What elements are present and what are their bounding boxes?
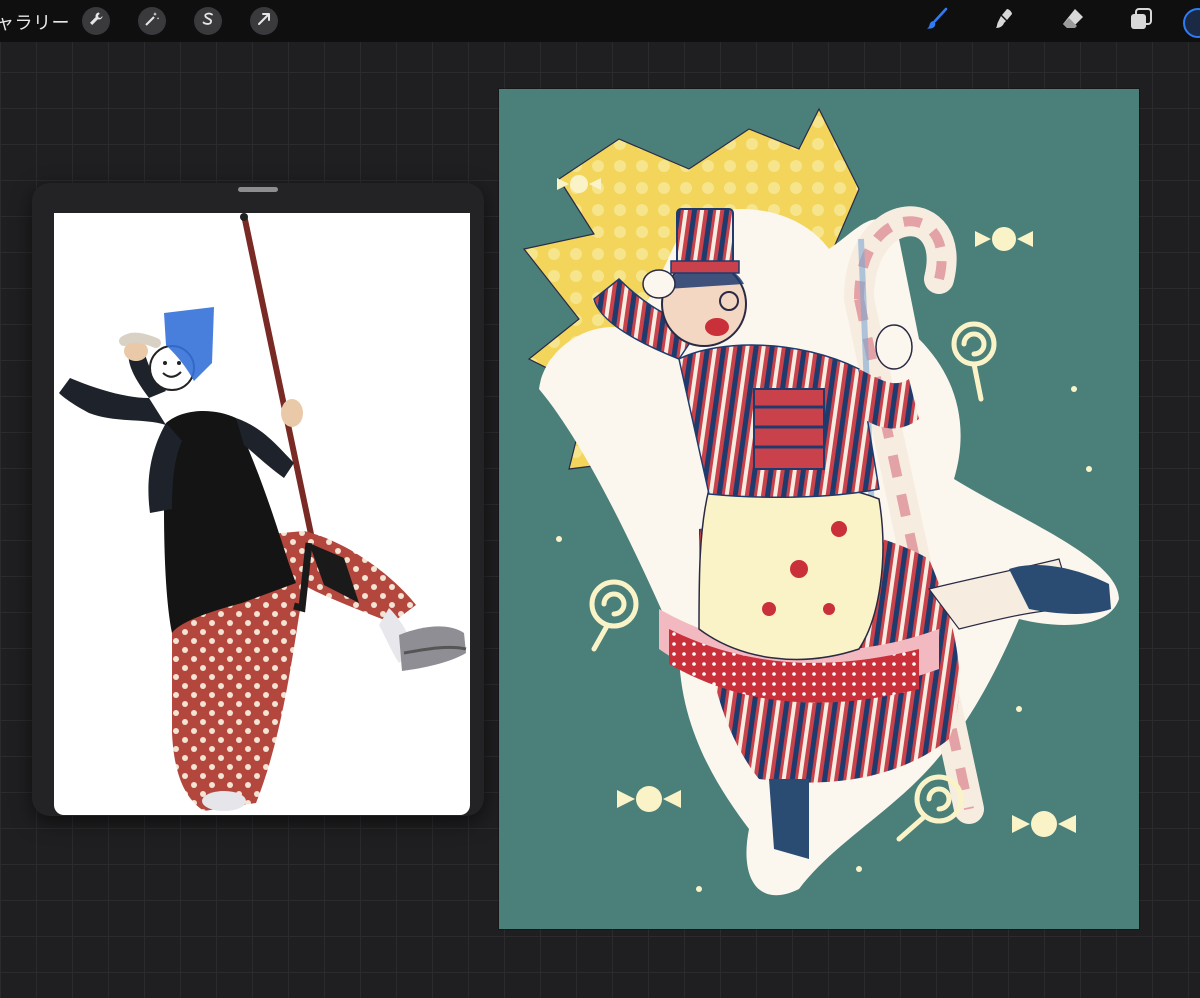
gallery-button[interactable]: ャラリー	[0, 9, 70, 35]
layers-button[interactable]	[1126, 6, 1156, 36]
magic-wand-icon	[144, 11, 160, 31]
reference-window-handle[interactable]	[238, 187, 278, 192]
color-picker-button[interactable]	[1183, 8, 1200, 38]
layers-icon	[1128, 6, 1154, 36]
adjustments-button[interactable]	[138, 7, 166, 35]
wrench-icon	[88, 11, 104, 31]
actions-button[interactable]	[82, 7, 110, 35]
smudge-icon	[992, 6, 1018, 36]
selection-button[interactable]	[194, 7, 222, 35]
arrow-cursor-icon	[256, 11, 272, 31]
brush-tool-button[interactable]	[922, 6, 952, 36]
eraser-icon	[1060, 6, 1086, 36]
drawing-canvas[interactable]	[499, 89, 1139, 929]
transform-button[interactable]	[250, 7, 278, 35]
reference-photo	[54, 213, 470, 815]
smudge-tool-button[interactable]	[990, 6, 1020, 36]
top-toolbar: ャラリー	[0, 0, 1200, 42]
selection-s-icon	[200, 11, 216, 31]
brush-icon	[924, 6, 950, 36]
eraser-tool-button[interactable]	[1058, 6, 1088, 36]
reference-window	[32, 183, 484, 816]
